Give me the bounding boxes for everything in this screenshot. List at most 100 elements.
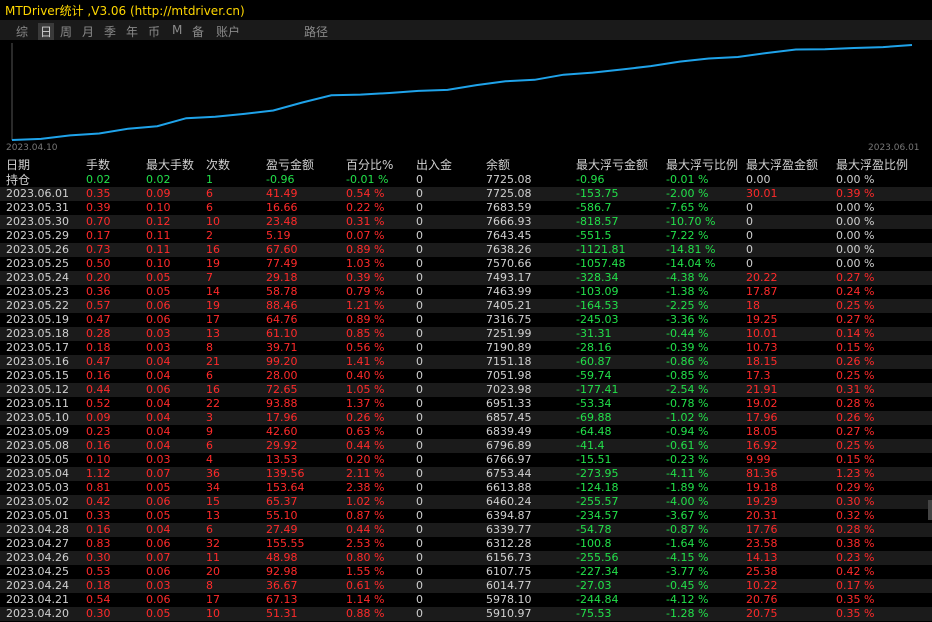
table-row[interactable]: 2023.04.27 0.83 0.06 32 155.55 2.53 % 0 6312.28… bbox=[0, 537, 932, 551]
table-cell: 0.02 bbox=[146, 173, 171, 186]
table-cell: 1.02 % bbox=[346, 495, 385, 508]
table-cell: 0.87 % bbox=[346, 509, 385, 522]
table-cell: 0.32 % bbox=[836, 509, 875, 522]
column-header[interactable]: 日期 bbox=[6, 157, 30, 173]
table-row[interactable]: 2023.04.26 0.30 0.07 11 48.98 0.80 % 0 6156.73 -… bbox=[0, 551, 932, 565]
table-row[interactable]: 2023.05.15 0.16 0.04 6 28.00 0.40 % 0 7051.98 -5… bbox=[0, 369, 932, 383]
table-row[interactable]: 2023.05.01 0.33 0.05 13 55.10 0.87 % 0 6394.87 -… bbox=[0, 509, 932, 523]
tab-0[interactable]: 综 bbox=[16, 23, 28, 40]
table-row[interactable]: 2023.05.31 0.39 0.10 6 16.66 0.22 % 0 7683.59 -5… bbox=[0, 201, 932, 215]
table-cell: 16.92 bbox=[746, 439, 778, 452]
table-cell: 81.36 bbox=[746, 467, 778, 480]
table-cell: -69.88 bbox=[576, 411, 612, 424]
table-row[interactable]: 2023.05.18 0.28 0.03 13 61.10 0.85 % 0 7251.99 -… bbox=[0, 327, 932, 341]
table-cell: 0.30 bbox=[86, 607, 111, 620]
table-cell: 21.91 bbox=[746, 383, 778, 396]
table-cell: 0.28 % bbox=[836, 523, 875, 536]
table-cell: 0.07 bbox=[146, 467, 171, 480]
table-cell: 30.01 bbox=[746, 187, 778, 200]
table-cell: 0.27 % bbox=[836, 271, 875, 284]
table-row[interactable]: 2023.04.24 0.18 0.03 8 36.67 0.61 % 0 6014.77 -2… bbox=[0, 579, 932, 593]
table-cell: 0 bbox=[746, 257, 753, 270]
table-row[interactable]: 2023.04.21 0.54 0.06 17 67.13 1.14 % 0 5978.10 -… bbox=[0, 593, 932, 607]
table-row[interactable]: 2023.05.26 0.73 0.11 16 67.60 0.89 % 0 7638.26 -… bbox=[0, 243, 932, 257]
table-cell: 2023.05.09 bbox=[6, 425, 69, 438]
table-cell: 0.11 bbox=[146, 229, 171, 242]
table-cell: 6107.75 bbox=[486, 565, 532, 578]
table-cell: 0.28 % bbox=[836, 397, 875, 410]
tab-10[interactable]: 路径 bbox=[304, 23, 328, 40]
table-row[interactable]: 2023.05.09 0.23 0.04 9 42.60 0.63 % 0 6839.49 -6… bbox=[0, 425, 932, 439]
table-row[interactable]: 2023.05.05 0.10 0.03 4 13.53 0.20 % 0 6766.97 -1… bbox=[0, 453, 932, 467]
table-cell: 19.25 bbox=[746, 313, 778, 326]
tab-8[interactable]: 备 bbox=[192, 23, 204, 40]
position-row[interactable]: 持仓 0.02 0.02 1 -0.96 -0.01 % 0 7725.08 -0.96 -0.0… bbox=[0, 173, 932, 187]
table-row[interactable]: 2023.05.02 0.42 0.06 15 65.37 1.02 % 0 6460.24 -… bbox=[0, 495, 932, 509]
tab-7[interactable]: M bbox=[172, 23, 182, 37]
table-cell: 4 bbox=[206, 453, 213, 466]
table-row[interactable]: 2023.05.25 0.50 0.10 19 77.49 1.03 % 0 7570.66 -… bbox=[0, 257, 932, 271]
table-row[interactable]: 2023.05.04 1.12 0.07 36 139.56 2.11 % 0 6753.44… bbox=[0, 467, 932, 481]
table-row[interactable]: 2023.05.29 0.17 0.11 2 5.19 0.07 % 0 7643.45 -55… bbox=[0, 229, 932, 243]
column-header[interactable]: 余额 bbox=[486, 157, 510, 173]
table-cell: 2023.05.05 bbox=[6, 453, 69, 466]
table-row[interactable]: 2023.05.16 0.47 0.04 21 99.20 1.41 % 0 7151.18 -… bbox=[0, 355, 932, 369]
table-cell: 0.23 bbox=[86, 425, 111, 438]
column-header[interactable]: 最大浮盈金额 bbox=[746, 157, 818, 173]
tab-3[interactable]: 月 bbox=[82, 23, 94, 40]
table-row[interactable]: 2023.05.10 0.09 0.04 3 17.96 0.26 % 0 6857.45 -6… bbox=[0, 411, 932, 425]
table-row[interactable]: 2023.04.25 0.53 0.06 20 92.98 1.55 % 0 6107.75 -… bbox=[0, 565, 932, 579]
table-row[interactable]: 2023.05.23 0.36 0.05 14 58.78 0.79 % 0 7463.99 -… bbox=[0, 285, 932, 299]
table-cell: 0.16 bbox=[86, 369, 111, 382]
table-cell: 1.21 % bbox=[346, 299, 385, 312]
table-cell: 18.15 bbox=[746, 355, 778, 368]
table-row[interactable]: 2023.05.17 0.18 0.03 8 39.71 0.56 % 0 7190.89 -2… bbox=[0, 341, 932, 355]
table-row[interactable]: 2023.05.03 0.81 0.05 34 153.64 2.38 % 0 6613.88… bbox=[0, 481, 932, 495]
table-row[interactable]: 2023.05.22 0.57 0.06 19 88.46 1.21 % 0 7405.21 -… bbox=[0, 299, 932, 313]
column-header[interactable]: 最大浮亏金额 bbox=[576, 157, 648, 173]
table-row[interactable]: 2023.05.08 0.16 0.04 6 29.92 0.44 % 0 6796.89 -4… bbox=[0, 439, 932, 453]
table-cell: 0 bbox=[416, 439, 423, 452]
tab-4[interactable]: 季 bbox=[104, 23, 116, 40]
column-header[interactable]: 次数 bbox=[206, 157, 230, 173]
table-row[interactable]: 2023.04.28 0.16 0.04 6 27.49 0.44 % 0 6339.77 -5… bbox=[0, 523, 932, 537]
table-cell: 0.18 bbox=[86, 579, 111, 592]
table-cell: 19 bbox=[206, 299, 220, 312]
table-cell: 0 bbox=[416, 523, 423, 536]
table-cell: 0.06 bbox=[146, 593, 171, 606]
table-cell: 17.3 bbox=[746, 369, 771, 382]
table-cell: 0 bbox=[746, 201, 753, 214]
tab-1[interactable]: 日 bbox=[38, 23, 55, 40]
column-header[interactable]: 百分比% bbox=[346, 157, 393, 173]
table-cell: 2023.06.01 bbox=[6, 187, 69, 200]
table-cell: 2023.04.24 bbox=[6, 579, 69, 592]
table-cell: 2.53 % bbox=[346, 537, 385, 550]
table-cell: 55.10 bbox=[266, 509, 298, 522]
tab-2[interactable]: 周 bbox=[60, 23, 72, 40]
table-row[interactable]: 2023.05.30 0.70 0.12 10 23.48 0.31 % 0 7666.93 -… bbox=[0, 215, 932, 229]
table-cell: 0.15 % bbox=[836, 453, 875, 466]
table-row[interactable]: 2023.05.12 0.44 0.06 16 72.65 1.05 % 0 7023.98 -… bbox=[0, 383, 932, 397]
table-cell: 17.87 bbox=[746, 285, 778, 298]
scrollbar-thumb[interactable] bbox=[928, 500, 932, 520]
column-header[interactable]: 盈亏金额 bbox=[266, 157, 314, 173]
column-header[interactable]: 最大浮盈比例 bbox=[836, 157, 908, 173]
tab-5[interactable]: 年 bbox=[126, 23, 138, 40]
column-header[interactable]: 手数 bbox=[86, 157, 110, 173]
table-cell: 2023.04.25 bbox=[6, 565, 69, 578]
table-row[interactable]: 2023.05.19 0.47 0.06 17 64.76 0.89 % 0 7316.75 -… bbox=[0, 313, 932, 327]
column-header[interactable]: 最大浮亏比例 bbox=[666, 157, 738, 173]
tab-9[interactable]: 账户 bbox=[216, 23, 240, 40]
table-cell: -227.34 bbox=[576, 565, 619, 578]
column-header[interactable]: 最大手数 bbox=[146, 157, 194, 173]
table-row[interactable]: 2023.05.11 0.52 0.04 22 93.88 1.37 % 0 6951.33 -… bbox=[0, 397, 932, 411]
table-row[interactable]: 2023.04.20 0.30 0.05 10 51.31 0.88 % 0 5910.97 -… bbox=[0, 607, 932, 621]
table-row[interactable]: 2023.06.01 0.35 0.09 6 41.49 0.54 % 0 7725.08 -1… bbox=[0, 187, 932, 201]
table-row[interactable]: 2023.05.24 0.20 0.05 7 29.18 0.39 % 0 7493.17 -3… bbox=[0, 271, 932, 285]
table-cell: -103.09 bbox=[576, 285, 619, 298]
table-cell: 0.17 bbox=[86, 229, 111, 242]
table-cell: 0 bbox=[416, 397, 423, 410]
tab-6[interactable]: 币 bbox=[148, 23, 160, 40]
column-header[interactable]: 出入金 bbox=[416, 157, 452, 173]
table-cell: 10 bbox=[206, 215, 220, 228]
